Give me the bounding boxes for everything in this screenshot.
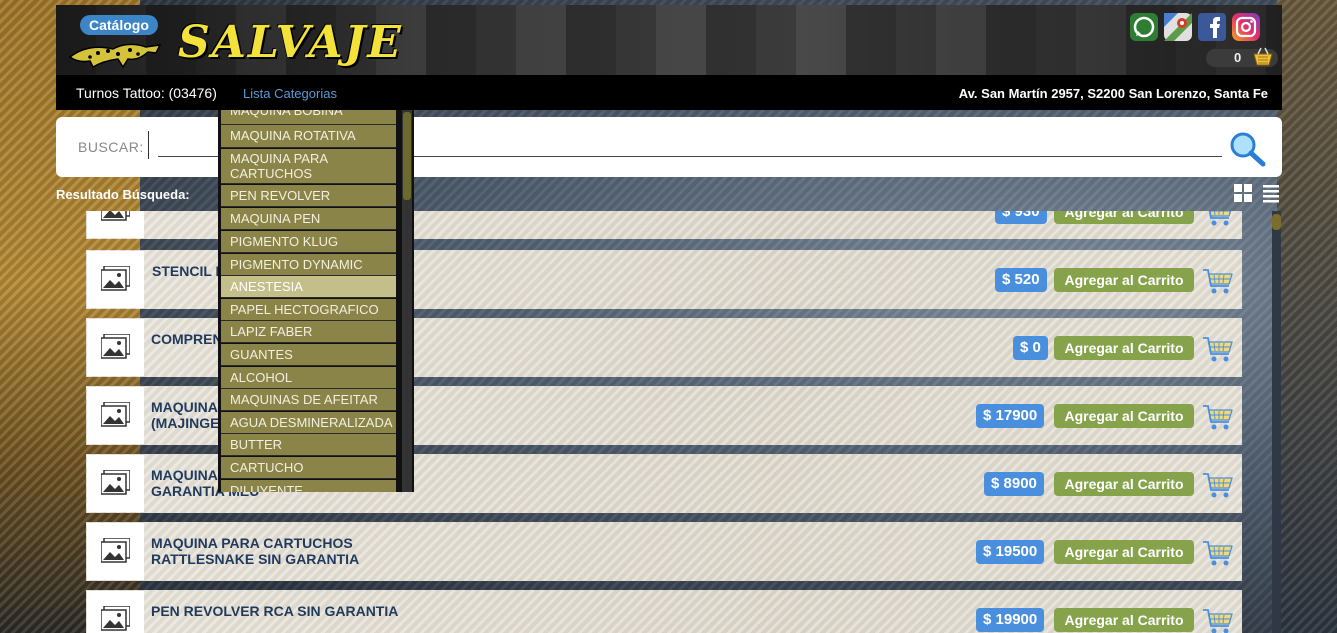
product-thumbnail[interactable]	[87, 591, 144, 633]
site-header: Catálogo SALVAJE 0	[56, 5, 1282, 75]
results-scrollbar-thumb[interactable]	[1272, 214, 1281, 230]
image-placeholder-icon	[101, 266, 130, 291]
instagram-icon[interactable]	[1232, 13, 1260, 41]
cart-icon[interactable]	[1202, 211, 1234, 228]
background-right	[1277, 0, 1337, 633]
whatsapp-icon[interactable]	[1130, 13, 1158, 41]
product-name[interactable]: COMPREN	[151, 331, 223, 347]
add-to-cart-button[interactable]: Agregar al Carrito	[1054, 211, 1194, 224]
product-thumbnail[interactable]	[87, 455, 144, 512]
top-nav-bar: Turnos Tattoo: (03476) Lista Categorias …	[56, 75, 1282, 110]
product-price: $ 930	[995, 211, 1047, 224]
jaguar-logo-icon	[68, 43, 162, 69]
product-price: $ 0	[1013, 336, 1048, 360]
results-heading: Resultado Búsqueda:	[56, 187, 190, 202]
category-item[interactable]: PAPEL HECTOGRAFICO	[221, 299, 396, 321]
add-to-cart-button[interactable]: Agregar al Carrito	[1054, 540, 1194, 564]
list-view-icon[interactable]	[1263, 185, 1279, 203]
category-item[interactable]: CARTUCHO	[221, 457, 396, 479]
product-price: $ 8900	[984, 472, 1044, 496]
category-item[interactable]: LAPIZ FABER	[221, 321, 396, 343]
add-to-cart-button[interactable]: Agregar al Carrito	[1054, 608, 1194, 632]
basket-icon	[1253, 47, 1273, 66]
product-price: $ 19500	[976, 540, 1045, 564]
category-item[interactable]: MAQUINA ROTATIVA	[221, 125, 396, 148]
search-icon[interactable]	[1228, 131, 1268, 167]
cart-icon[interactable]	[1202, 538, 1234, 568]
product-name[interactable]: MAQUINA (MAJINGE	[151, 399, 219, 431]
add-to-cart-button[interactable]: Agregar al Carrito	[1054, 336, 1194, 360]
category-item[interactable]: PEN REVOLVER	[221, 185, 396, 207]
image-placeholder-icon	[101, 538, 130, 563]
product-row: PEN REVOLVER RCA SIN GARANTIA $ 19900 Ag…	[86, 590, 1242, 633]
cart-icon[interactable]	[1202, 334, 1234, 364]
add-to-cart-button[interactable]: Agregar al Carrito	[1054, 472, 1194, 496]
address-text: Av. San Martín 2957, S2200 San Lorenzo, …	[958, 86, 1268, 101]
google-maps-icon[interactable]	[1164, 13, 1192, 41]
product-price: $ 520	[995, 268, 1047, 292]
category-dropdown: MAQUINA BOBINA MAQUINA ROTATIVA MAQUINA …	[218, 110, 414, 492]
product-price: $ 17900	[976, 404, 1045, 428]
cart-icon[interactable]	[1202, 470, 1234, 500]
lista-categorias-link[interactable]: Lista Categorias	[243, 86, 337, 101]
image-placeholder-icon	[101, 470, 130, 495]
product-name[interactable]: STENCIL R	[152, 263, 226, 279]
cart-icon[interactable]	[1202, 266, 1234, 296]
category-item[interactable]: ALCOHOL	[221, 367, 396, 389]
category-item-active[interactable]: ANESTESIA	[221, 276, 396, 298]
category-item[interactable]: MAQUINA PEN	[221, 208, 396, 230]
category-item[interactable]: PIGMENTO KLUG	[221, 231, 396, 253]
dropdown-scrollbar-thumb[interactable]	[403, 112, 411, 200]
turnos-phone-text: Turnos Tattoo: (03476)	[76, 85, 217, 101]
cart-icon[interactable]	[1202, 402, 1234, 432]
results-scrollbar[interactable]	[1272, 211, 1281, 633]
category-item[interactable]: PIGMENTO DYNAMIC	[221, 254, 396, 276]
category-item[interactable]: MAQUINA PARA CARTUCHOS	[221, 149, 396, 184]
product-thumbnail[interactable]	[87, 523, 144, 580]
facebook-icon[interactable]	[1198, 13, 1226, 41]
search-input[interactable]	[148, 131, 149, 159]
grid-view-icon[interactable]	[1234, 184, 1252, 202]
product-row: MAQUINA PARA CARTUCHOS RATTLESNAKE SIN G…	[86, 522, 1242, 581]
search-label: BUSCAR:	[78, 139, 144, 155]
category-item[interactable]: AGUA DESMINERALIZADA	[221, 412, 396, 434]
cart-icon[interactable]	[1202, 606, 1234, 633]
header-cart[interactable]: 0	[1206, 47, 1278, 67]
image-placeholder-icon	[101, 606, 130, 631]
category-item[interactable]: BUTTER	[221, 434, 396, 456]
image-placeholder-icon	[101, 334, 130, 359]
product-thumbnail[interactable]	[87, 319, 144, 376]
product-thumbnail[interactable]	[87, 211, 144, 238]
product-name[interactable]: MAQUINA PARA CARTUCHOS RATTLESNAKE SIN G…	[151, 535, 359, 567]
cart-count: 0	[1234, 50, 1242, 65]
catalogo-badge[interactable]: Catálogo	[80, 15, 158, 35]
product-price: $ 19900	[976, 608, 1045, 632]
category-item[interactable]: MAQUINAS DE AFEITAR	[221, 389, 396, 411]
product-thumbnail[interactable]	[87, 251, 144, 308]
product-name[interactable]: PEN REVOLVER RCA SIN GARANTIA	[151, 603, 398, 619]
site-logo-text[interactable]: SALVAJE	[178, 17, 403, 69]
image-placeholder-icon	[101, 402, 130, 427]
category-item[interactable]: GUANTES	[221, 344, 396, 366]
category-item[interactable]: DILUYENTE	[221, 480, 396, 492]
add-to-cart-button[interactable]: Agregar al Carrito	[1054, 404, 1194, 428]
product-thumbnail[interactable]	[87, 387, 144, 444]
category-item[interactable]: MAQUINA BOBINA	[221, 110, 396, 125]
image-placeholder-icon	[101, 211, 130, 221]
add-to-cart-button[interactable]: Agregar al Carrito	[1054, 268, 1194, 292]
view-toggle	[1234, 184, 1279, 203]
